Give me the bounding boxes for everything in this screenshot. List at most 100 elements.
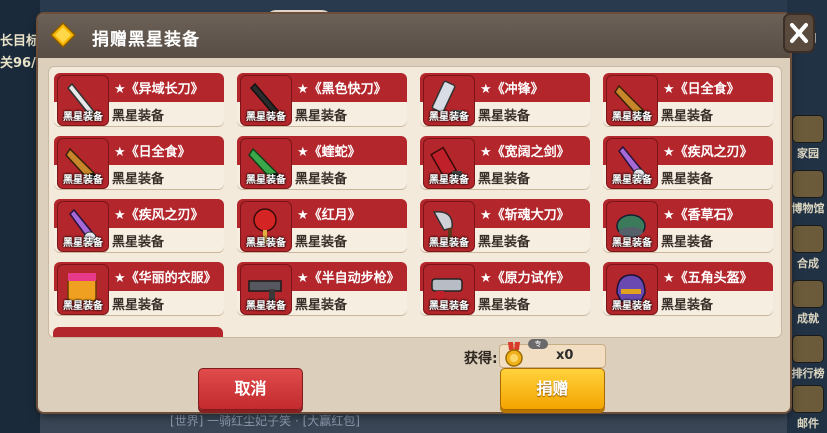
menu-synthesis-label: 合成 [797, 257, 819, 270]
home-icon [792, 115, 824, 143]
reward-count: x0 [556, 348, 574, 363]
menu-home-label: 家园 [797, 147, 819, 160]
equipment-card[interactable]: 黑星装备 ★《日全食》 黑星装备 [54, 136, 224, 189]
equipment-name: ★《疾风之刃》 [663, 145, 753, 160]
equipment-type: 黑星装备 [295, 109, 348, 124]
equipment-quality-label: 黑星装备 [612, 301, 652, 312]
equipment-icon-frame[interactable]: 黑星装备 [606, 75, 658, 126]
equipment-name: ★《疾风之刃》 [114, 208, 204, 223]
equipment-name: ★《半自动步枪》 [297, 271, 400, 286]
equipment-icon-frame[interactable]: 黑星装备 [57, 75, 109, 126]
equipment-icon-frame[interactable]: 黑星装备 [57, 264, 109, 315]
equipment-name: ★《斩魂大刀》 [480, 208, 570, 223]
diamond-icon [50, 22, 76, 48]
equipment-card[interactable]: 黑星装备 ★《疾风之刃》 黑星装备 [54, 199, 224, 252]
equipment-type: 黑星装备 [478, 235, 531, 250]
equipment-card[interactable]: 黑星装备 ★《日全食》 黑星装备 [603, 73, 773, 126]
equipment-card[interactable]: 黑星装备 ★《黑色快刀》 黑星装备 [237, 73, 407, 126]
equipment-card[interactable]: 黑星装备 ★《香草石》 黑星装备 [603, 199, 773, 252]
dialog-title: 捐赠黑星装备 [92, 30, 200, 50]
equipment-name: ★《香草石》 [663, 208, 740, 223]
equipment-quality-label: 黑星装备 [429, 301, 469, 312]
equipment-type: 黑星装备 [112, 298, 165, 313]
mail-icon [792, 385, 824, 413]
background-chat-bar: [世界] 一骑红尘妃子笑 · [大赢红包] [40, 410, 787, 433]
equipment-quality-label: 黑星装备 [612, 238, 652, 249]
equipment-type: 黑星装备 [478, 298, 531, 313]
equipment-icon-frame[interactable]: 黑星装备 [57, 138, 109, 189]
equipment-name: ★《华丽的衣服》 [114, 271, 217, 286]
equipment-quality-label: 黑星装备 [63, 175, 103, 186]
equipment-quality-label: 黑星装备 [612, 175, 652, 186]
equipment-icon-frame[interactable]: 黑星装备 [423, 264, 475, 315]
equipment-type: 黑星装备 [661, 109, 714, 124]
equipment-card[interactable]: 黑星装备 ★《异域长刀》 黑星装备 [54, 73, 224, 126]
equipment-name: ★《红月》 [297, 208, 361, 223]
equipment-icon-frame[interactable]: 黑星装备 [606, 201, 658, 252]
equipment-quality-label: 黑星装备 [246, 301, 286, 312]
equipment-icon-frame[interactable]: 黑星装备 [240, 264, 292, 315]
equipment-grid[interactable]: 黑星装备 ★《异域长刀》 黑星装备 黑星装备 ★《黑色快刀》 黑星装备 黑星装备 ★《冲锋》黑… [48, 66, 782, 338]
equipment-name: ★《日全食》 [114, 145, 191, 160]
menu-synthesis[interactable]: 合成 [791, 225, 825, 271]
menu-mail-label: 邮件 [797, 417, 819, 430]
equipment-icon-frame[interactable]: 黑星装备 [57, 201, 109, 252]
equipment-quality-label: 黑星装备 [612, 112, 652, 123]
equipment-icon-frame[interactable]: 黑星装备 [606, 264, 658, 315]
equipment-card[interactable]: 黑星装备 ★《宽阔之剑》 黑星装备 [420, 136, 590, 189]
equipment-icon-frame[interactable]: 黑星装备 [423, 75, 475, 126]
donate-dialog: 捐赠黑星装备 黑星装备 ★《异域长刀》 黑星装备 黑星装备 ★《黑色快刀》 黑星装备 黑星装… [38, 14, 790, 412]
equipment-icon-frame[interactable]: 黑星装备 [240, 138, 292, 189]
equipment-name: ★《蝰蛇》 [297, 145, 361, 160]
equipment-card[interactable]: 黑星装备 ★《斩魂大刀》 黑星装备 [420, 199, 590, 252]
menu-ranking-label: 排行榜 [791, 367, 825, 380]
equipment-card[interactable]: 黑星装备 ★《冲锋》 黑星装备 [420, 73, 590, 126]
equipment-card[interactable]: 黑星装备 ★《原力试作》 黑星装备 [420, 262, 590, 315]
equipment-type: 黑星装备 [112, 235, 165, 250]
equipment-quality-label: 黑星装备 [429, 112, 469, 123]
medal-icon [505, 342, 523, 367]
equipment-card[interactable]: 黑星装备 ★《五角头盔》 黑星装备 [603, 262, 773, 315]
equipment-quality-label: 黑星装备 [246, 112, 286, 123]
equipment-quality-label: 黑星装备 [246, 238, 286, 249]
dialog-header: 捐赠黑星装备 [38, 14, 790, 58]
equipment-card[interactable]: 黑星装备 ★《疾风之刃》 黑星装备 [603, 136, 773, 189]
reward-tag: 专 [528, 339, 548, 349]
equipment-name: ★《黑色快刀》 [297, 82, 387, 97]
menu-achievement-label: 成就 [797, 312, 819, 325]
equipment-card[interactable]: 黑星装备 ★《蝰蛇》 黑星装备 [237, 136, 407, 189]
background-left-panel: 长目标 关96/ [0, 0, 40, 433]
equipment-icon-frame[interactable]: 黑星装备 [423, 201, 475, 252]
equipment-name: ★《五角头盔》 [663, 271, 753, 286]
equipment-type: 黑星装备 [661, 235, 714, 250]
background-level-text: 关96/ [0, 56, 36, 71]
background-right-menu: 2月 家园 博物馆 合成 成就 排行榜 邮件 [787, 0, 827, 433]
menu-ranking[interactable]: 排行榜 [791, 335, 825, 381]
equipment-quality-label: 黑星装备 [63, 112, 103, 123]
equipment-icon-frame[interactable]: 黑星装备 [240, 75, 292, 126]
equipment-type: 黑星装备 [295, 298, 348, 313]
equipment-card[interactable]: 黑星装备 ★《华丽的衣服》 黑星装备 [54, 262, 224, 315]
equipment-card[interactable]: 黑星装备 ★《红月》黑星装备 [237, 199, 407, 252]
equipment-type: 黑星装备 [661, 298, 714, 313]
equipment-type: 黑星装备 [295, 235, 348, 250]
equipment-name: ★《日全食》 [663, 82, 740, 97]
equipment-icon-frame[interactable]: 黑星装备 [240, 201, 292, 252]
menu-mail[interactable]: 邮件 [791, 385, 825, 431]
equipment-name: ★《异域长刀》 [114, 82, 204, 97]
equipment-icon-frame[interactable]: 黑星装备 [423, 138, 475, 189]
cancel-button[interactable]: 取消 [198, 368, 303, 410]
partial-card-next-row[interactable] [53, 327, 223, 337]
donate-button[interactable]: 捐赠 [500, 368, 605, 410]
equipment-icon-frame[interactable]: 黑星装备 [606, 138, 658, 189]
equipment-quality-label: 黑星装备 [63, 238, 103, 249]
equipment-quality-label: 黑星装备 [246, 175, 286, 186]
equipment-type: 黑星装备 [661, 172, 714, 187]
equipment-name: ★《宽阔之剑》 [480, 145, 570, 160]
close-icon[interactable] [782, 12, 816, 54]
menu-home[interactable]: 家园 [791, 115, 825, 161]
equipment-card[interactable]: 黑星装备 ★《半自动步枪》 黑星装备 [237, 262, 407, 315]
menu-museum[interactable]: 博物馆 [791, 170, 825, 216]
ranking-icon [792, 335, 824, 363]
menu-achievement[interactable]: 成就 [791, 280, 825, 326]
